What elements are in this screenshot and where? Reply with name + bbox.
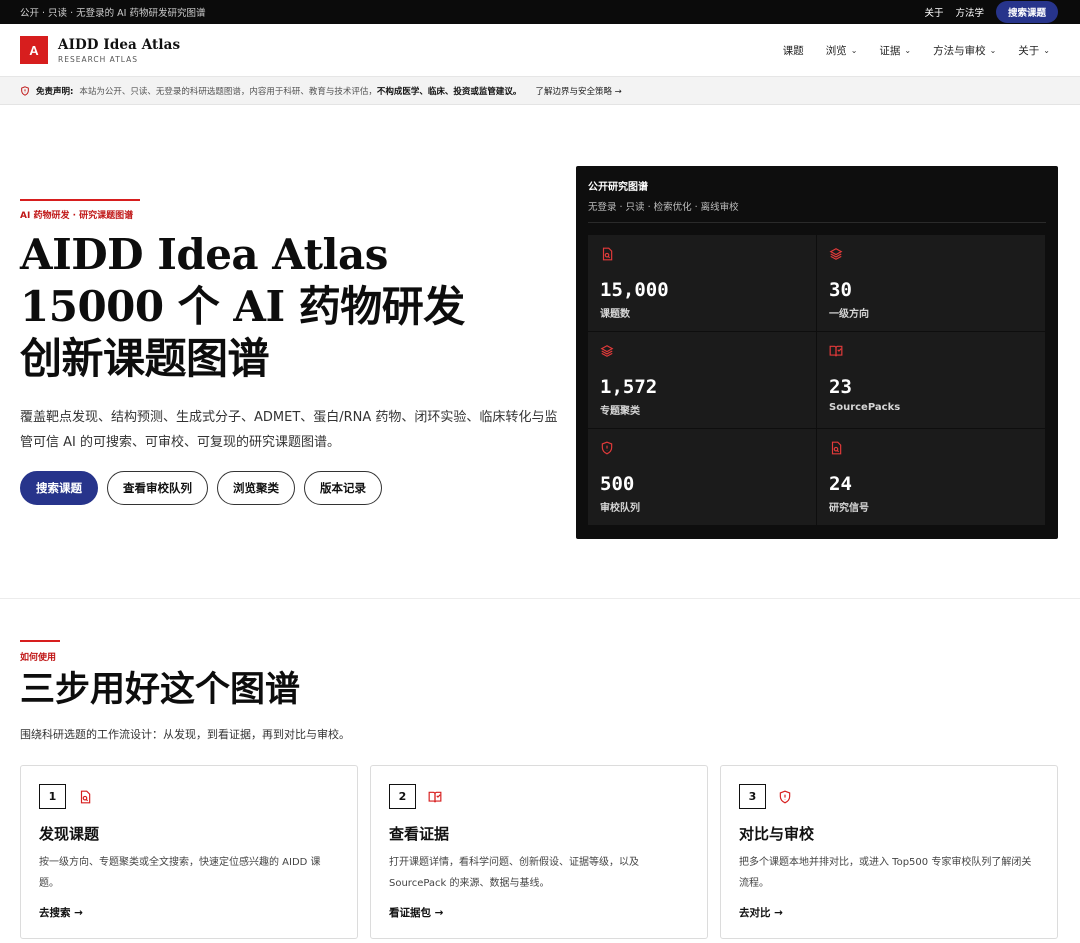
- step-card-discover: 1 发现课题 按一级方向、专题聚类或全文搜索，快速定位感兴趣的 AIDD 课题。…: [20, 765, 358, 939]
- nav-item-evidence[interactable]: 证据 ⌄: [879, 43, 911, 58]
- stat-card-topics: 15,000 课题数: [588, 235, 816, 331]
- chevron-down-icon: ⌄: [904, 45, 912, 55]
- layers-icon: [600, 345, 614, 357]
- file-search-icon: [80, 790, 91, 803]
- howto-title: 三步用好这个图谱: [20, 669, 301, 710]
- nav-item-about[interactable]: 关于 ⌄: [1018, 43, 1050, 58]
- nav-item-methods[interactable]: 方法与审校 ⌄: [933, 43, 996, 58]
- step-card-evidence: 2 查看证据 打开课题详情，看科学问题、创新假设、证据等级，以及 SourceP…: [370, 765, 708, 939]
- file-search-icon: [831, 441, 842, 455]
- nav-item-browse[interactable]: 浏览 ⌄: [826, 43, 858, 58]
- hero-title: AIDD Idea Atlas 15000 个 AI 药物研发 创新课题图谱: [20, 230, 465, 383]
- site-tagline: 公开 · 只读 · 无登录的 AI 药物研发研究图谱: [20, 8, 206, 19]
- nav-item-topics[interactable]: 课题: [783, 43, 804, 58]
- stats-grid: 15,000 课题数 30 一级方向 1,572 专题聚类 23 SourceP…: [588, 235, 1046, 525]
- step-description: 按一级方向、专题聚类或全文搜索，快速定位感兴趣的 AIDD 课题。: [39, 857, 321, 889]
- brand-name: AIDD Idea Atlas: [58, 36, 181, 53]
- logo: A: [20, 36, 48, 64]
- version-history-button[interactable]: 版本记录: [304, 471, 382, 505]
- howto-description: 围绕科研选题的工作流设计：从发现，到看证据，再到对比与审校。: [20, 728, 350, 741]
- hero-description: 覆盖靶点发现、结构预测、生成式分子、ADMET、蛋白/RNA 药物、闭环实验、临…: [20, 410, 558, 450]
- kicker-rule: [20, 199, 140, 201]
- step-number: 2: [389, 784, 416, 809]
- brand-subtitle: RESEARCH ATLAS: [58, 54, 139, 64]
- section-rule: [20, 640, 60, 642]
- panel-subtitle: 无登录 · 只读 · 检索优化 · 离线审校: [588, 202, 739, 213]
- step-title: 查看证据: [389, 825, 450, 843]
- shield-alert-icon: [779, 790, 791, 803]
- step-number: 3: [739, 784, 766, 809]
- stats-panel: 公开研究图谱 无登录 · 只读 · 检索优化 · 离线审校 15,000 课题数…: [576, 166, 1058, 539]
- disclaimer-bar: 免责声明: 本站为公开、只读、无登录的科研选题图谱，内容用于科研、教育与技术评估…: [0, 77, 1080, 105]
- main-nav: 课题 浏览 ⌄ 证据 ⌄ 方法与审校 ⌄ 关于 ⌄: [783, 43, 1050, 58]
- review-queue-button[interactable]: 查看审校队列: [107, 471, 208, 505]
- book-open-check-icon: [428, 791, 442, 802]
- hero-section: AI 药物研发 · 研究课题图谱 AIDD Idea Atlas 15000 个…: [0, 105, 1080, 599]
- stat-card-clusters: 1,572 专题聚类: [588, 332, 816, 428]
- layers-icon: [829, 248, 843, 260]
- site-header: A AIDD Idea Atlas RESEARCH ATLAS 课题 浏览 ⌄ …: [0, 24, 1080, 77]
- step-card-compare: 3 对比与审校 把多个课题本地并排对比，或进入 Top500 专家审校队列了解闭…: [720, 765, 1058, 939]
- top-bar: 公开 · 只读 · 无登录的 AI 药物研发研究图谱 关于 方法学 搜索课题: [0, 0, 1080, 24]
- howto-cards: 1 发现课题 按一级方向、专题聚类或全文搜索，快速定位感兴趣的 AIDD 课题。…: [20, 765, 1058, 939]
- stat-card-sourcepacks: 23 SourcePacks: [817, 332, 1045, 428]
- chevron-down-icon: ⌄: [850, 45, 858, 55]
- hero-actions: 搜索课题 查看审校队列 浏览聚类 版本记录: [20, 471, 382, 505]
- browse-clusters-button[interactable]: 浏览聚类: [217, 471, 295, 505]
- step-description: 把多个课题本地并排对比，或进入 Top500 专家审校队列了解闭关流程。: [739, 857, 1032, 889]
- shield-alert-icon: [21, 85, 29, 96]
- disclaimer-text: 本站为公开、只读、无登录的科研选题图谱，内容用于科研、教育与技术评估，: [79, 86, 377, 97]
- top-links: 关于 方法学 搜索课题: [924, 1, 1058, 23]
- stat-card-signals: 24 研究信号: [817, 429, 1045, 525]
- book-open-check-icon: [829, 345, 843, 357]
- disclaimer-label: 免责声明:: [36, 86, 74, 97]
- hero-kicker: AI 药物研发 · 研究课题图谱: [20, 211, 134, 221]
- go-search-link[interactable]: 去搜索 →: [39, 905, 83, 920]
- file-search-icon: [602, 247, 613, 261]
- disclaimer-emphasis: 不构成医学、临床、投资或监管建议。: [376, 86, 522, 97]
- go-compare-link[interactable]: 去对比 →: [739, 905, 783, 920]
- disclaimer-link[interactable]: 了解边界与安全策略 →: [535, 85, 621, 97]
- step-title: 对比与审校: [739, 825, 815, 843]
- chevron-down-icon: ⌄: [1043, 45, 1050, 55]
- stat-card-review-queue: 500 审校队列: [588, 429, 816, 525]
- step-title: 发现课题: [39, 825, 100, 843]
- top-link-about[interactable]: 关于: [924, 5, 943, 19]
- step-number: 1: [39, 784, 66, 809]
- brand[interactable]: A AIDD Idea Atlas RESEARCH ATLAS: [20, 36, 180, 64]
- divider: [588, 222, 1046, 223]
- stat-card-directions: 30 一级方向: [817, 235, 1045, 331]
- search-topics-button[interactable]: 搜索课题: [20, 471, 98, 505]
- top-link-methodology[interactable]: 方法学: [955, 5, 984, 19]
- view-evidence-link[interactable]: 看证据包 →: [389, 905, 443, 920]
- step-description: 打开课题详情，看科学问题、创新假设、证据等级，以及 SourcePack 的来源…: [389, 857, 639, 889]
- shield-alert-icon: [601, 441, 613, 455]
- panel-title: 公开研究图谱: [588, 182, 648, 193]
- top-search-button[interactable]: 搜索课题: [995, 1, 1058, 23]
- howto-kicker: 如何使用: [20, 653, 57, 663]
- chevron-down-icon: ⌄: [989, 45, 997, 55]
